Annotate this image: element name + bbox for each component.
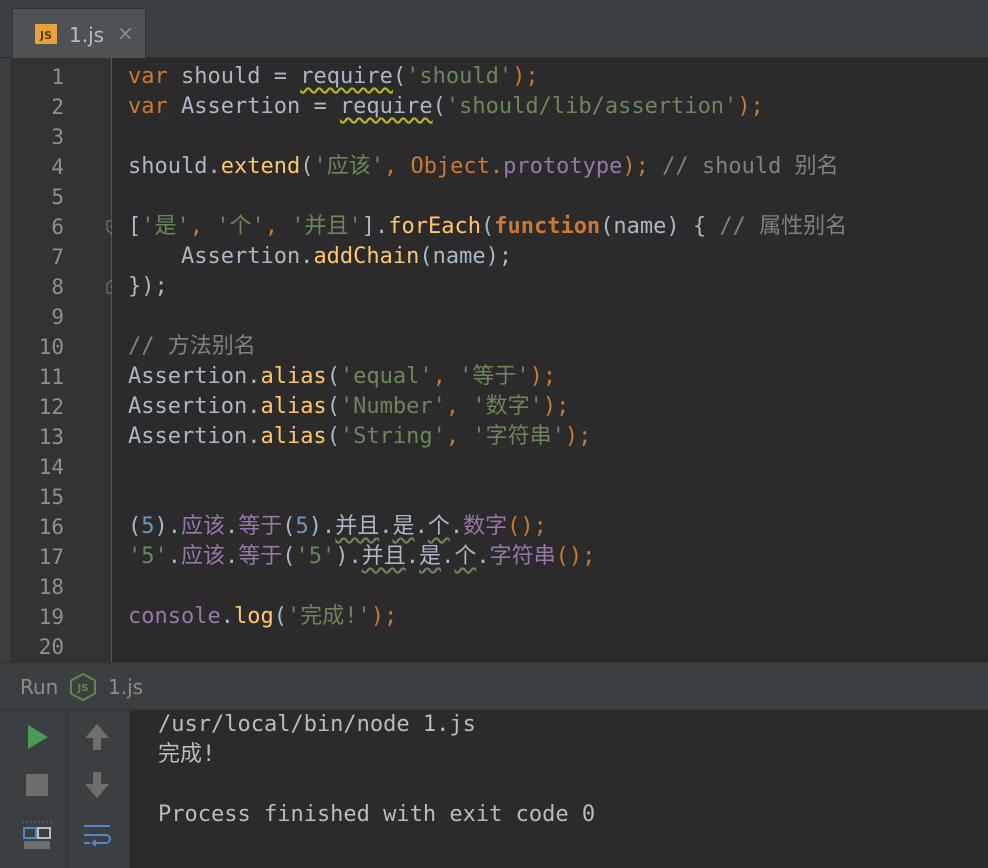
tab-label: 1.js	[69, 23, 105, 47]
line-number: 8	[51, 275, 64, 299]
line-number: 4	[51, 155, 64, 179]
line-number: 6	[51, 215, 64, 239]
line-number: 7	[51, 245, 64, 269]
run-toolbar-primary	[0, 710, 68, 868]
line-number: 1	[51, 65, 64, 89]
line-number: 13	[38, 425, 64, 449]
code-line-12: Assertion.alias('Number', '数字');	[128, 394, 570, 419]
run-toolbar-secondary	[68, 710, 130, 868]
line-number: 18	[38, 575, 64, 599]
line-number: 14	[38, 455, 64, 479]
run-icon[interactable]	[20, 720, 54, 754]
code-line-4: should.extend('应该', Object.prototype); /…	[128, 154, 839, 179]
left-tool-strip	[0, 58, 10, 662]
code-line-2: var Assertion = require('should/lib/asse…	[128, 94, 764, 119]
line-number: 9	[51, 305, 64, 329]
run-panel-header: Run JS 1.js	[0, 662, 988, 710]
svg-text:JS: JS	[77, 683, 89, 694]
code-line-13: Assertion.alias('String', '字符串');	[128, 424, 592, 449]
arrow-down-icon[interactable]	[80, 768, 114, 802]
soft-wrap-icon[interactable]	[80, 818, 114, 852]
tab-1js[interactable]: JS 1.js ×	[12, 8, 146, 58]
svg-text:JS: JS	[39, 29, 52, 42]
editor-tab-bar: JS 1.js ×	[0, 0, 988, 58]
line-number: 16	[38, 515, 64, 539]
console-line: /usr/local/bin/node 1.js	[158, 712, 476, 737]
code-line-16: (5).应该.等于(5).并且.是.个.数字();	[128, 514, 547, 539]
line-number: 19	[38, 605, 64, 629]
close-icon[interactable]: ×	[117, 21, 134, 45]
run-panel-title: Run	[20, 675, 59, 699]
line-number-gutter: 1 2 3 4 5 6 7 8 9 10 11 12 13 14 15 16 1…	[10, 58, 120, 662]
line-number: 12	[38, 395, 64, 419]
code-line-1: var should = require('should');	[128, 64, 539, 89]
line-number: 17	[38, 545, 64, 569]
layout-icon[interactable]	[20, 818, 54, 852]
console-output[interactable]: /usr/local/bin/node 1.js 完成! Process fin…	[130, 710, 988, 868]
code-line-11: Assertion.alias('equal', '等于');	[128, 364, 557, 389]
line-number: 15	[38, 485, 64, 509]
line-number: 3	[51, 125, 64, 149]
run-config-name[interactable]: 1.js	[108, 675, 143, 699]
line-number: 11	[38, 365, 64, 389]
code-line-8: });	[128, 274, 168, 299]
code-line-7: Assertion.addChain(name);	[128, 244, 513, 269]
console-line: Process finished with exit code 0	[158, 802, 596, 827]
js-file-icon: JS	[35, 24, 57, 44]
code-line-6: ['是', '个', '并且'].forEach(function(name) …	[128, 214, 848, 239]
stop-icon[interactable]	[20, 768, 54, 802]
line-number: 5	[51, 185, 64, 209]
code-line-10: // 方法别名	[128, 334, 256, 359]
console-line: 完成!	[158, 742, 216, 767]
line-number: 10	[38, 335, 64, 359]
nodejs-icon: JS	[70, 673, 96, 701]
line-number: 2	[51, 95, 64, 119]
line-number: 20	[38, 635, 64, 659]
code-line-19: console.log('完成!');	[128, 604, 398, 629]
code-line-17: '5'.应该.等于('5').并且.是.个.字符串();	[128, 544, 596, 569]
code-editor[interactable]: var should = require('should'); var Asse…	[112, 58, 988, 662]
arrow-up-icon[interactable]	[80, 720, 114, 754]
